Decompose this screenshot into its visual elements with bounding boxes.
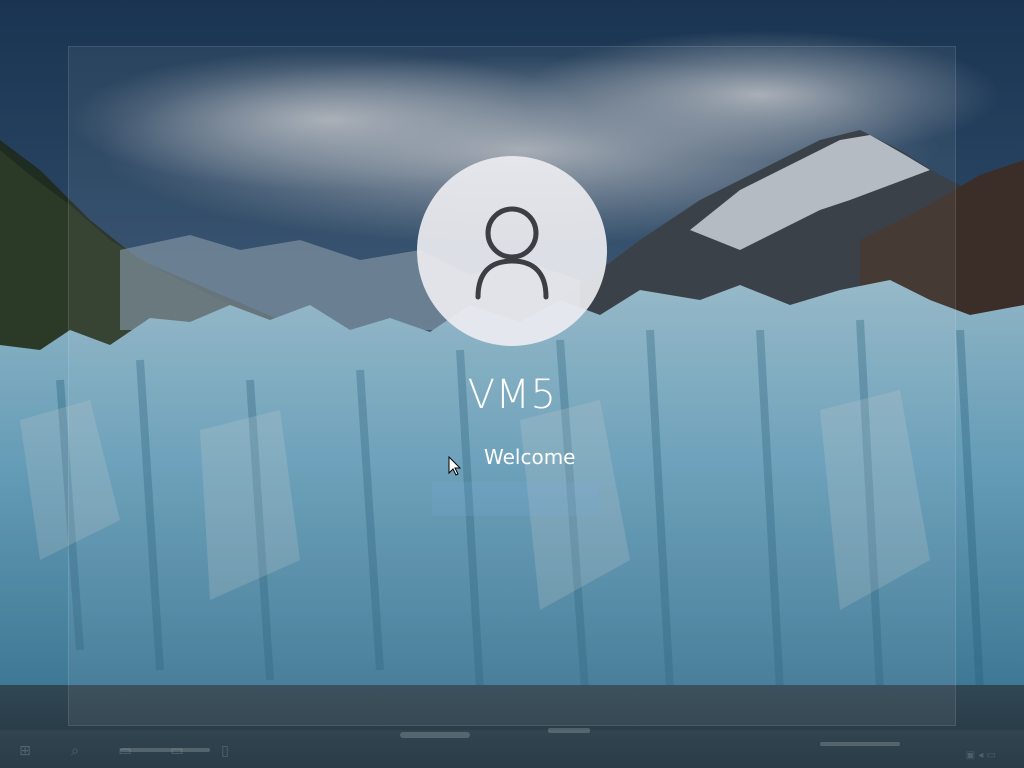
welcome-status: Welcome	[484, 445, 576, 469]
windows-start-icon: ⊞	[19, 743, 31, 759]
network-icon: ▣	[965, 750, 976, 761]
user-icon	[475, 206, 549, 300]
notification-icon: ▭	[986, 750, 996, 761]
taskbar-ghost: ⊞ ⌕ ▭ ▭ ▯ ▣ ◂ ▭	[0, 730, 1024, 768]
signin-progress-ghost	[432, 482, 598, 516]
file-explorer-icon: ▯	[221, 743, 229, 759]
mouse-pointer-icon	[448, 456, 462, 476]
username-label: VM5	[467, 372, 557, 418]
lock-screen: VM5 Welcome ⊞ ⌕ ▭ ▭ ▯ ▣ ◂ ▭	[0, 0, 1024, 768]
volume-icon: ◂	[978, 750, 984, 761]
tray-ghost: ▣ ◂ ▭	[966, 750, 996, 762]
task-view-icon: ▭	[118, 743, 132, 759]
edge-icon: ▭	[170, 743, 184, 759]
search-icon: ⌕	[71, 743, 79, 759]
user-avatar	[417, 156, 607, 346]
